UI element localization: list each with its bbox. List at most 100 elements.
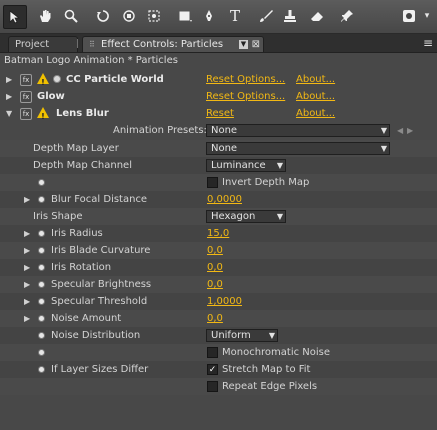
effect-row-lens-blur[interactable]: ▼ fx ! Lens Blur Reset About... <box>0 105 437 122</box>
puppet-pin-tool-icon[interactable] <box>336 5 358 27</box>
expand-triangle-icon[interactable]: ▶ <box>24 225 30 242</box>
panel-menu-icon[interactable]: ≡ <box>423 36 433 50</box>
property-row-iris-blade-curvature: ▶ Iris Blade Curvature 0,0 <box>0 242 437 259</box>
expand-triangle-icon[interactable]: ▶ <box>24 310 30 327</box>
about-link[interactable]: About... <box>296 105 335 122</box>
rectangle-tool-icon[interactable] <box>174 5 196 27</box>
next-preset-icon[interactable]: ▶ <box>407 122 413 139</box>
property-row-invert-depth-map: Invert Depth Map <box>0 174 437 191</box>
stopwatch-icon[interactable] <box>38 298 45 305</box>
specular-threshold-value[interactable]: 1,0000 <box>207 293 242 310</box>
panel-empty-area <box>0 395 437 430</box>
property-row-iris-radius: ▶ Iris Radius 15,0 <box>0 225 437 242</box>
effect-settings-icon[interactable] <box>53 75 61 83</box>
stopwatch-icon[interactable] <box>38 264 45 271</box>
selection-tool-icon[interactable] <box>3 5 27 29</box>
chevron-down-icon: ▼ <box>276 212 283 221</box>
stopwatch-icon[interactable] <box>38 315 45 322</box>
expand-triangle-icon[interactable]: ▶ <box>6 88 12 105</box>
eraser-tool-icon[interactable] <box>306 5 328 27</box>
depth-map-channel-dropdown[interactable]: Luminance ▼ <box>206 159 286 172</box>
tab-separator-icon: | <box>75 39 79 49</box>
noise-amount-value[interactable]: 0,0 <box>207 310 223 327</box>
panel-header: Batman Logo Animation * Particles <box>0 53 437 69</box>
iris-radius-value[interactable]: 15,0 <box>207 225 229 242</box>
checkbox-label: Monochromatic Noise <box>222 347 331 358</box>
reset-link[interactable]: Reset <box>206 105 234 122</box>
property-row-iris-rotation: ▶ Iris Rotation 0,0 <box>0 259 437 276</box>
property-row-specular-brightness: ▶ Specular Brightness 0,0 <box>0 276 437 293</box>
text-tool-icon[interactable]: T <box>224 5 246 27</box>
fx-toggle-icon[interactable]: fx <box>20 108 32 120</box>
stopwatch-icon[interactable] <box>38 247 45 254</box>
iris-shape-dropdown[interactable]: Hexagon ▼ <box>206 210 286 223</box>
panel-tab-strip: Project | ⠿ Effect Controls: Particles ▼… <box>0 34 437 53</box>
expand-triangle-icon[interactable]: ▶ <box>24 191 30 208</box>
brush-tool-icon[interactable] <box>255 5 277 27</box>
expand-triangle-icon[interactable]: ▶ <box>24 242 30 259</box>
effect-row-glow[interactable]: ▶ fx Glow Reset Options... About... <box>0 88 437 105</box>
reset-options-link[interactable]: Reset Options... <box>206 71 285 88</box>
property-label: Specular Threshold <box>51 296 148 307</box>
iris-rotation-value[interactable]: 0,0 <box>207 259 223 276</box>
property-row-depth-map-layer: Depth Map Layer None ▼ <box>0 140 437 157</box>
property-row-noise-amount: ▶ Noise Amount 0,0 <box>0 310 437 327</box>
stopwatch-icon[interactable] <box>38 349 45 356</box>
property-row-if-layer-sizes-differ: If Layer Sizes Differ ✓ Stretch Map to F… <box>0 361 437 378</box>
stopwatch-icon[interactable] <box>38 179 45 186</box>
effect-row-cc-particle-world[interactable]: ▶ fx ! CC Particle World Reset Options..… <box>0 71 437 88</box>
stopwatch-icon[interactable] <box>38 196 45 203</box>
iris-shape-value: Hexagon <box>211 211 256 222</box>
effect-name: CC Particle World <box>66 74 164 85</box>
expand-triangle-icon[interactable]: ▶ <box>24 276 30 293</box>
tab-effect-controls[interactable]: ⠿ Effect Controls: Particles ▼ ⊠ <box>82 36 264 52</box>
property-label: Depth Map Channel <box>33 160 132 171</box>
stopwatch-icon[interactable] <box>38 332 45 339</box>
stopwatch-icon[interactable] <box>38 366 45 373</box>
iris-blade-curvature-value[interactable]: 0,0 <box>207 242 223 259</box>
collapse-triangle-icon[interactable]: ▼ <box>6 105 12 122</box>
chevron-down-icon: ▼ <box>380 144 387 153</box>
zoom-tool-icon[interactable] <box>60 5 82 27</box>
pan-behind-tool-icon[interactable] <box>143 5 165 27</box>
clone-stamp-tool-icon[interactable] <box>279 5 301 27</box>
expand-triangle-icon[interactable]: ▶ <box>6 71 12 88</box>
chevron-down-icon: ▼ <box>268 331 275 340</box>
tab-close-icon[interactable]: ⊠ <box>252 37 260 52</box>
animation-presets-dropdown[interactable]: None ▼ <box>206 124 390 137</box>
previous-preset-icon[interactable]: ◀ <box>397 122 403 139</box>
checkbox-label: Invert Depth Map <box>222 177 310 188</box>
tab-dropdown-arrow-icon[interactable]: ▼ <box>239 40 248 49</box>
grip-icon: ⠿ <box>89 40 95 49</box>
fx-toggle-icon[interactable]: fx <box>20 74 32 86</box>
reset-options-link[interactable]: Reset Options... <box>206 88 285 105</box>
hand-tool-icon[interactable] <box>34 5 56 27</box>
property-row-repeat-edge-pixels: Repeat Edge Pixels <box>0 378 437 395</box>
noise-distribution-value: Uniform <box>211 330 251 341</box>
animation-presets-label: Animation Presets: <box>113 125 207 136</box>
stopwatch-icon[interactable] <box>38 281 45 288</box>
chevron-down-icon: ▼ <box>380 126 387 135</box>
repeat-edge-pixels-checkbox[interactable] <box>207 381 218 392</box>
tools-toolbar: T ▾ <box>0 0 437 34</box>
about-link[interactable]: About... <box>296 71 335 88</box>
expand-triangle-icon[interactable]: ▶ <box>24 293 30 310</box>
stopwatch-icon[interactable] <box>38 230 45 237</box>
property-row-monochromatic-noise: Monochromatic Noise <box>0 344 437 361</box>
specular-brightness-value[interactable]: 0,0 <box>207 276 223 293</box>
tab-project[interactable]: Project | <box>8 36 79 52</box>
expand-triangle-icon[interactable]: ▶ <box>24 259 30 276</box>
depth-map-layer-dropdown[interactable]: None ▼ <box>206 142 390 155</box>
pen-tool-icon[interactable] <box>198 5 220 27</box>
about-link[interactable]: About... <box>296 88 335 105</box>
fx-toggle-icon[interactable]: fx <box>20 91 32 103</box>
workspace-dropdown-arrow-icon[interactable]: ▾ <box>416 5 437 27</box>
rotate-tool-icon[interactable] <box>92 5 114 27</box>
stretch-map-to-fit-checkbox[interactable]: ✓ <box>207 364 218 375</box>
orbit-camera-tool-icon[interactable] <box>118 5 140 27</box>
blur-focal-distance-value[interactable]: 0,0000 <box>207 191 242 208</box>
noise-distribution-dropdown[interactable]: Uniform ▼ <box>206 329 278 342</box>
invert-depth-map-checkbox[interactable] <box>207 177 218 188</box>
monochromatic-noise-checkbox[interactable] <box>207 347 218 358</box>
property-label: Blur Focal Distance <box>51 194 148 205</box>
